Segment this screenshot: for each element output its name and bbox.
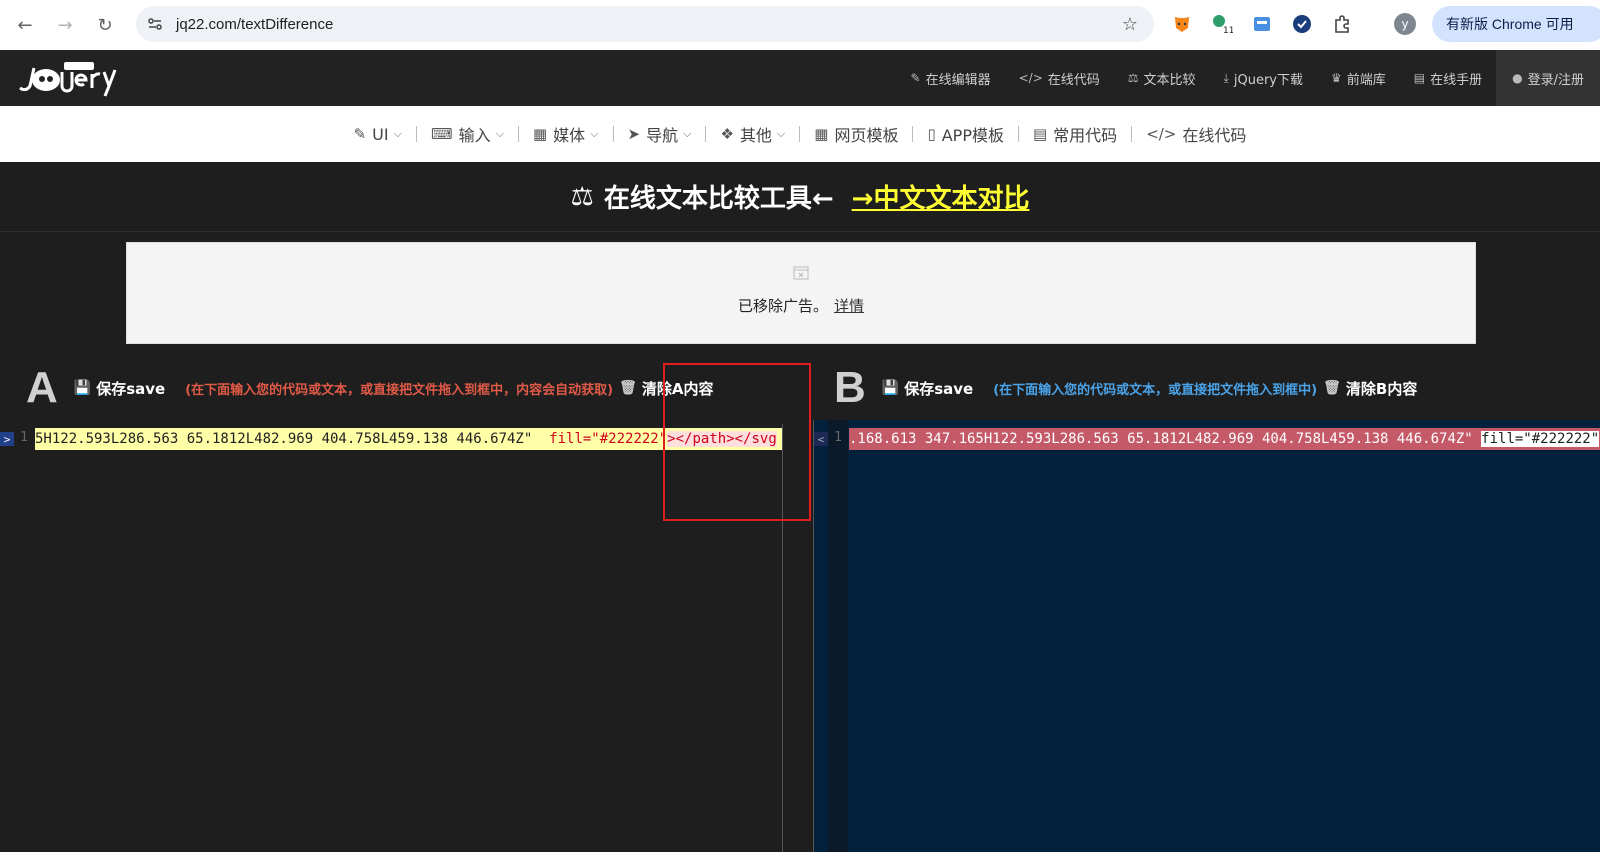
svg-text:11: 11 (1223, 26, 1233, 35)
code-text: fill="#222222" (1481, 431, 1600, 447)
profile-avatar[interactable]: y (1394, 13, 1416, 35)
trash-icon: 🗑 (1323, 380, 1341, 396)
screen-capture-icon[interactable] (1250, 12, 1274, 36)
diff-prev-marker[interactable]: < (814, 432, 828, 446)
address-bar[interactable]: jq22.com/textDifference ☆ (136, 6, 1154, 42)
category-ui[interactable]: ✎ UI ⌵ (340, 125, 416, 144)
panel-b-hint: (在下面输入您的代码或文本，或直接把文件拖入到框中) (993, 382, 1318, 398)
keyboard-icon: ⌨ (430, 125, 453, 143)
scale-icon: ⚖ (1127, 71, 1139, 85)
top-nav-online-manual[interactable]: ▤ 在线手册 (1400, 50, 1496, 106)
brush-icon: ✎ (353, 125, 367, 143)
page-title: ⚖ 在线文本比较工具← (570, 181, 834, 215)
trash-icon: 🗑 (619, 380, 637, 396)
category-app-templates[interactable]: ▯ APP模板 (913, 122, 1018, 146)
panel-b-letter: B (834, 363, 866, 412)
code-diff-text: fill="#222222" (549, 431, 668, 447)
top-nav-online-editor[interactable]: ✎ 在线编辑器 (897, 50, 1005, 106)
panel-a-letter: A (26, 363, 58, 412)
url-text[interactable]: jq22.com/textDifference (176, 16, 333, 33)
code-text: 5H122.593L286.563 65.1812L482.969 404.75… (35, 431, 550, 447)
page-title-row: ⚖ 在线文本比较工具← →中文文本对比 (0, 162, 1600, 232)
top-nav-jquery-download[interactable]: ⤓ jQuery下载 (1210, 50, 1317, 106)
check-circle-icon[interactable] (1290, 12, 1314, 36)
chevron-down-icon: ⌵ (776, 127, 786, 140)
category-common-code[interactable]: ▤ 常用代码 (1019, 122, 1131, 146)
chevron-down-icon: ⌵ (683, 127, 692, 140)
top-nav: ✎ 在线编辑器 </> 在线代码 ⚖ 文本比较 ⤓ jQuery下载 ♛ 前端库 ▤ 在线手… (897, 50, 1600, 106)
editor-a-gutter: 1 (14, 420, 34, 852)
ad-detail-link[interactable]: 详情 (834, 297, 864, 315)
category-web-templates[interactable]: ▦ 网页模板 (800, 122, 912, 146)
dropbox-icon: ❖ (720, 125, 734, 143)
jquery-logo[interactable] (16, 58, 120, 98)
category-input[interactable]: ⌨ 输入 ⌵ (417, 122, 518, 146)
top-nav-online-code[interactable]: </> 在线代码 (1005, 50, 1114, 106)
download-icon: ⤓ (1223, 70, 1229, 85)
ad-removed-icon (793, 265, 809, 280)
chevron-down-icon: ⌵ (590, 127, 599, 140)
save-a-button[interactable]: 💾 保存save (74, 378, 165, 399)
scale-icon: ⚖ (570, 181, 594, 212)
metamask-fox-icon[interactable] (1170, 12, 1194, 36)
send-icon: ➤ (627, 125, 641, 143)
panel-a-header: A 💾 保存save (在下面输入您的代码或文本，或直接把文件拖入到框中，内容会自… (26, 360, 714, 416)
panel-a-hint: (在下面输入您的代码或文本，或直接把文件拖入到框中，内容会自动获取) (185, 382, 614, 398)
chevron-down-icon: ⌵ (495, 127, 504, 140)
panel-b-header: B 💾 保存save (在下面输入您的代码或文本，或直接把文件拖入到框中) 🗑 清除… (834, 360, 1417, 416)
forward-arrow-icon[interactable]: → (50, 10, 80, 40)
category-media[interactable]: ▦ 媒体 ⌵ (519, 122, 613, 146)
file-code-icon: ▤ (1032, 125, 1048, 143)
book-icon: ▤ (1413, 71, 1426, 85)
save-b-button[interactable]: 💾 保存save (882, 378, 973, 399)
editor-b-gutter: 1 (828, 420, 848, 852)
code-icon: </> (1146, 125, 1177, 143)
ad-placeholder: 已移除广告。 详情 (126, 242, 1476, 344)
clear-b-button[interactable]: 🗑 清除B内容 (1323, 378, 1417, 399)
user-icon: ● (1512, 71, 1523, 85)
code-diff-text: .168.613 347.165H122.593L286.563 65.1812… (849, 431, 1482, 447)
category-other[interactable]: ❖ 其他 ⌵ (706, 122, 799, 146)
editor-b[interactable]: < 1 .168.613 347.165H122.593L286.563 65.… (814, 420, 1600, 852)
floppy-icon: 💾 (881, 380, 900, 396)
chevron-down-icon: ⌵ (393, 127, 402, 140)
code-icon: </> (1018, 71, 1043, 85)
category-nav: ✎ UI ⌵ ⌨ 输入 ⌵ ▦ 媒体 ⌵ ➤ 导航 ⌵ ❖ 其他 ⌵ ▦ 网页模板 ▯ APP模板 ▤ 常… (0, 106, 1600, 162)
top-nav-login[interactable]: ● 登录/注册 (1496, 50, 1600, 106)
edit-icon: ✎ (910, 71, 921, 85)
mobile-icon: ▯ (927, 125, 936, 143)
library-icon: ♛ (1330, 71, 1342, 85)
reload-icon[interactable]: ↻ (90, 10, 120, 40)
ad-removed-text: 已移除广告。 详情 (737, 297, 865, 315)
film-icon: ▦ (532, 125, 548, 143)
chinese-compare-link[interactable]: →中文文本对比 (852, 178, 1030, 215)
grid-icon: ▦ (814, 125, 829, 143)
browser-toolbar: ← → ↻ jq22.com/textDifference ☆ 11 y 有新版… (0, 0, 1600, 50)
chrome-update-button[interactable]: 有新版 Chrome 可用 (1432, 6, 1600, 42)
annotation-highlight-box (663, 363, 811, 521)
category-navigation[interactable]: ➤ 导航 ⌵ (614, 122, 706, 146)
floppy-icon: 💾 (73, 380, 92, 396)
site-settings-icon[interactable] (142, 11, 168, 37)
bookmark-star-icon[interactable]: ☆ (1118, 12, 1142, 36)
top-nav-text-compare[interactable]: ⚖ 文本比较 (1114, 50, 1210, 106)
editor-b-line[interactable]: .168.613 347.165H122.593L286.563 65.1812… (849, 428, 1600, 450)
extensions-puzzle-icon[interactable] (1330, 12, 1354, 36)
category-online-code[interactable]: </> 在线代码 (1132, 122, 1260, 146)
site-header: ✎ 在线编辑器 </> 在线代码 ⚖ 文本比较 ⤓ jQuery下载 ♛ 前端库 ▤ 在线手… (0, 50, 1600, 106)
back-arrow-icon[interactable]: ← (10, 10, 40, 40)
extension-green-icon[interactable]: 11 (1210, 12, 1234, 36)
diff-next-marker[interactable]: > (0, 432, 14, 446)
top-nav-frontend-library[interactable]: ♛ 前端库 (1317, 50, 1400, 106)
